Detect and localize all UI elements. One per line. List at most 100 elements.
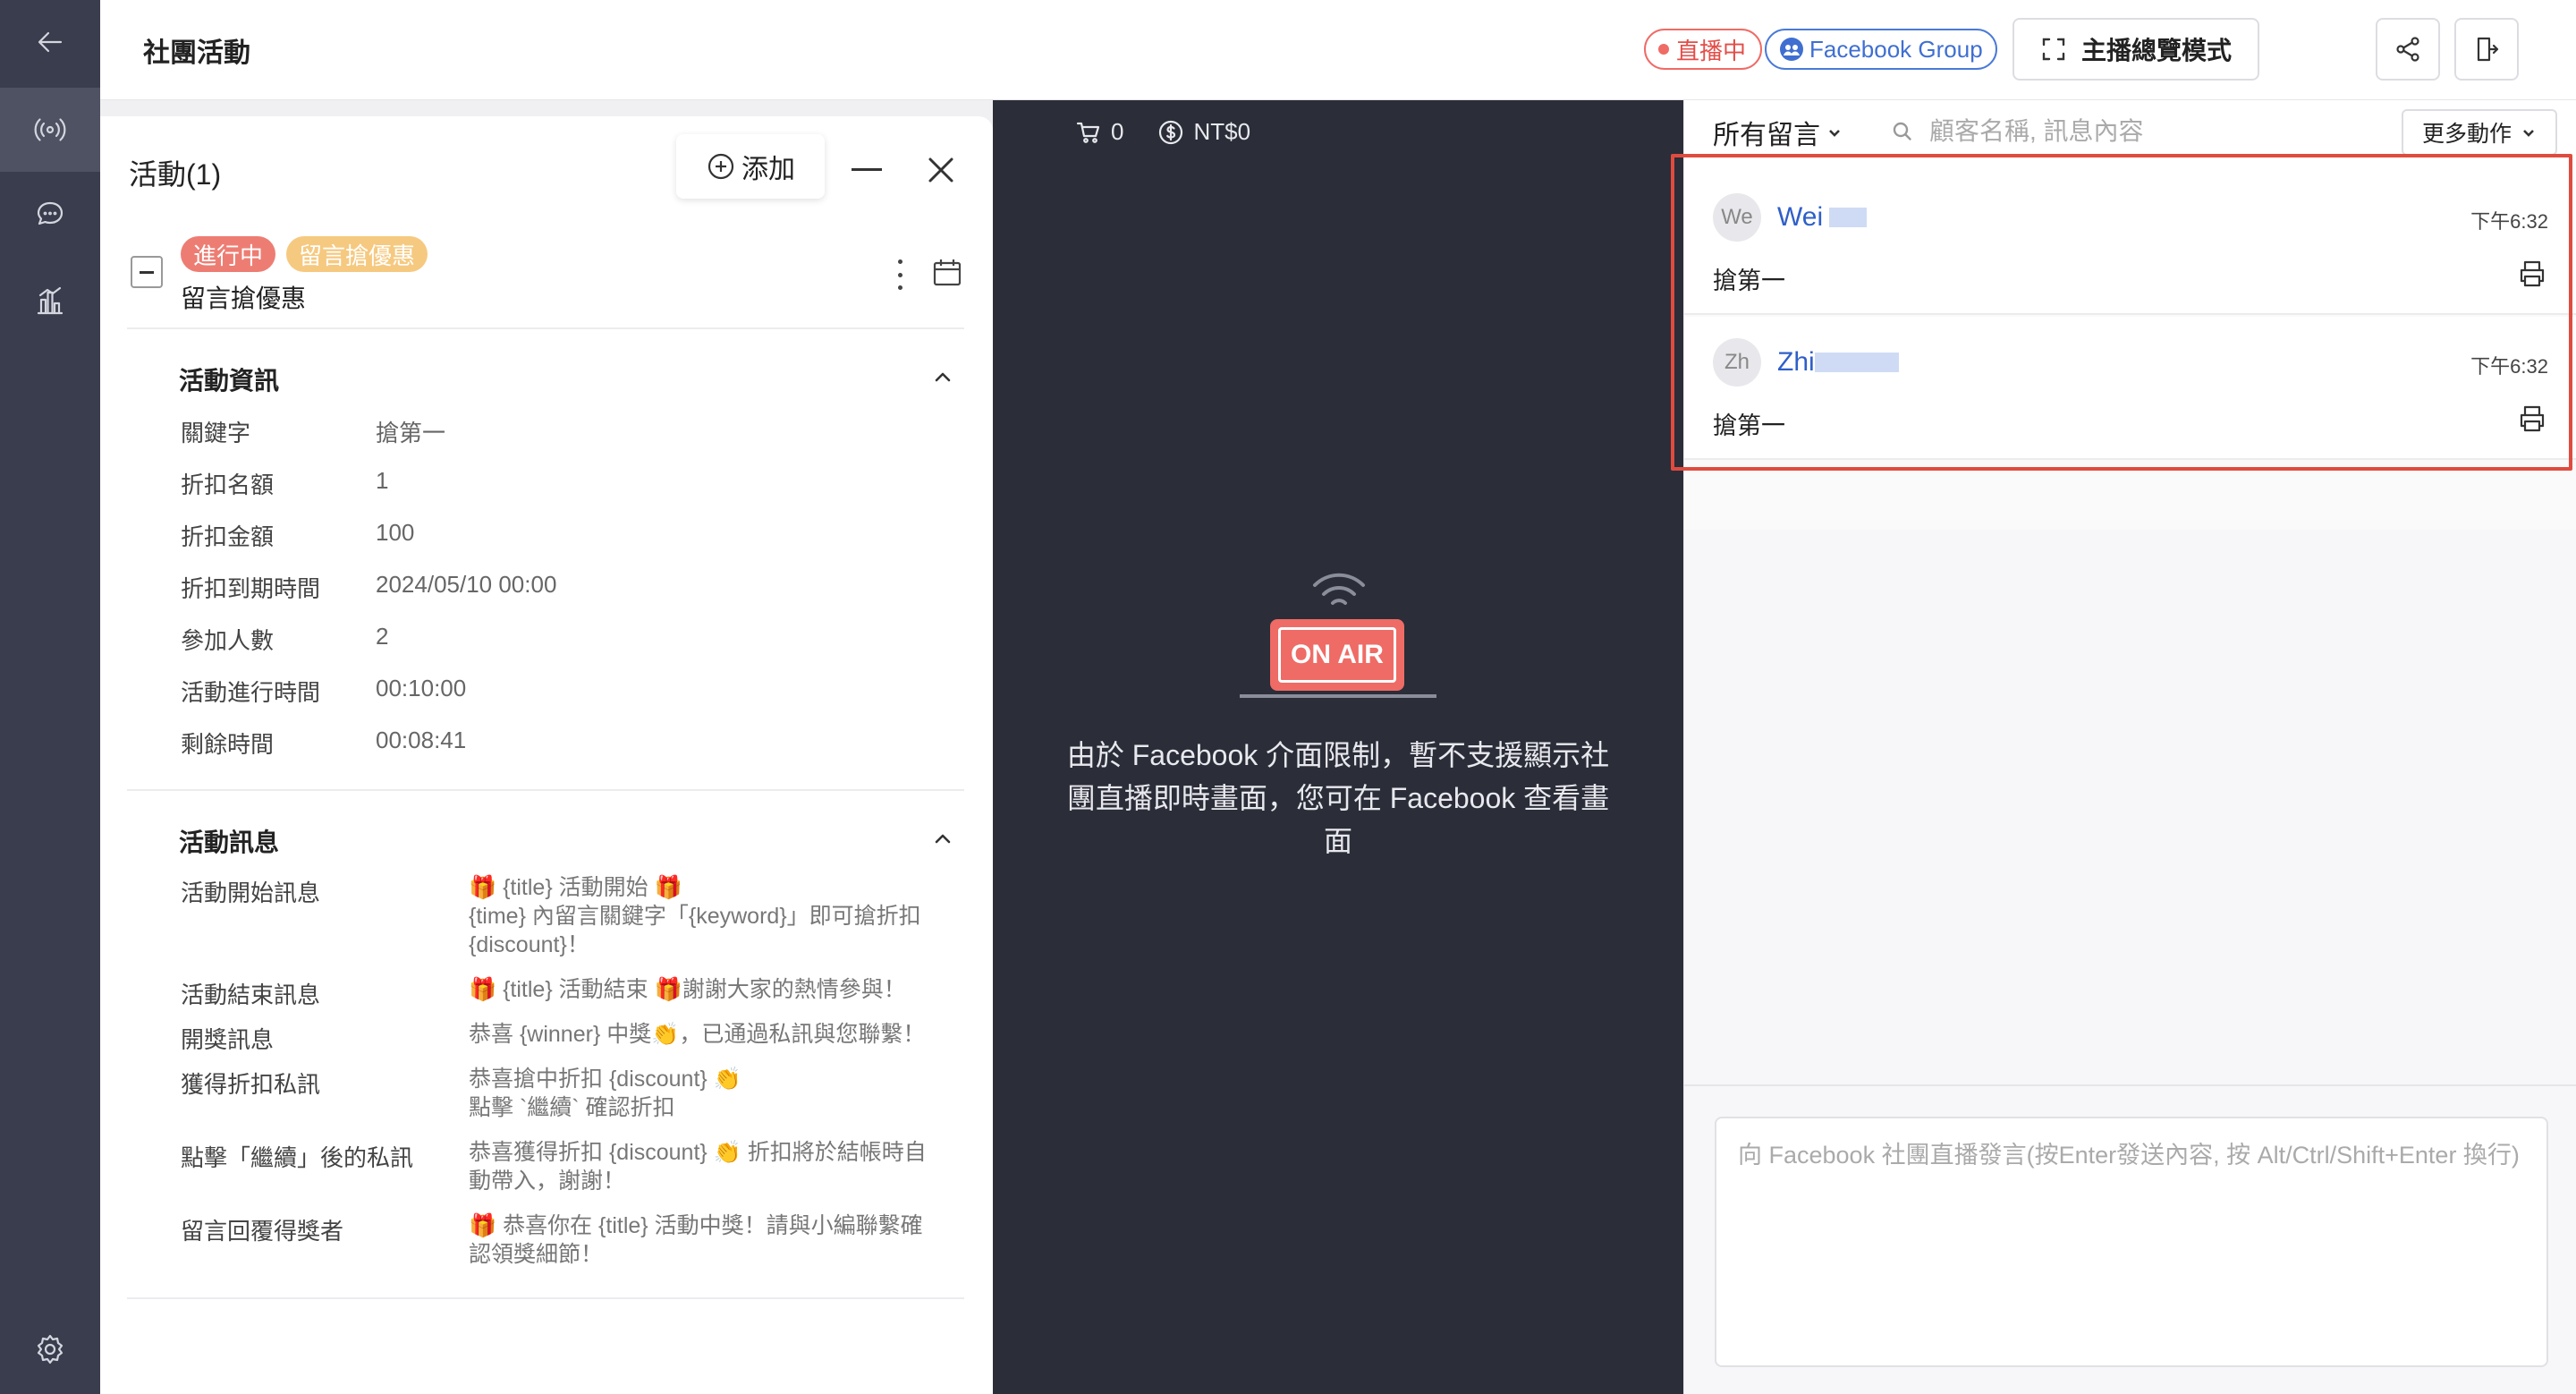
cart-summary: 0 NT$0	[1075, 118, 1250, 146]
page-title: 社團活動	[143, 38, 250, 68]
minus-icon	[140, 270, 154, 274]
nav-chat[interactable]	[0, 172, 100, 256]
avatar: Zh	[1713, 338, 1761, 387]
share-button[interactable]	[2376, 18, 2440, 81]
comment-filter-dropdown[interactable]: 所有留言	[1713, 113, 1843, 152]
comment-time: 下午6:32	[2470, 210, 2548, 233]
kebab-dot-icon	[897, 259, 902, 264]
live-status-badge: 直播中	[1644, 29, 1763, 70]
activity-panel-title: 活動(1)	[129, 158, 222, 191]
comments-toolbar: 所有留言 更多動作	[1684, 100, 2576, 157]
info-label: 折扣金額	[181, 523, 275, 550]
message-label: 點擊「繼續」後的私訊	[181, 1144, 414, 1171]
on-air-base	[1240, 694, 1436, 698]
info-label: 折扣到期時間	[181, 575, 321, 602]
exit-button[interactable]	[2454, 18, 2519, 81]
info-label: 關鍵字	[181, 420, 251, 446]
activity-message-title: 活動訊息	[179, 829, 280, 856]
comment-compose-input[interactable]	[1715, 1117, 2548, 1367]
activity-name: 留言搶優惠	[181, 285, 307, 312]
on-air-sign: ON AIR	[1270, 619, 1404, 691]
comment-item[interactable]: Zh Zhi 下午6:32 搶第一	[1684, 317, 2576, 460]
chevron-up-icon	[935, 834, 951, 844]
commenter-name[interactable]: Zhi	[1777, 347, 1815, 378]
left-nav-rail	[0, 0, 100, 1394]
comment-item[interactable]: We Wei 下午6:32 搶第一	[1684, 172, 2576, 315]
facebook-group-badge[interactable]: Facebook Group	[1765, 29, 1997, 70]
chevron-down-icon	[1829, 130, 1840, 137]
comments-panel: 所有留言 更多動作 We Wei 下午6:32 搶第一 Zh Zh	[1683, 100, 2576, 1394]
collapse-message-button[interactable]	[932, 829, 953, 850]
more-actions-dropdown[interactable]: 更多動作	[2402, 109, 2557, 156]
broadcast-icon	[34, 118, 66, 141]
collapse-info-button[interactable]	[932, 367, 953, 388]
live-preview-area: 0 NT$0 ON AIR 由於 Facebook 介面限制，暫不支援顯示社團直…	[993, 100, 1683, 1394]
add-activity-button[interactable]: 添加	[676, 134, 825, 199]
on-air-illustration: ON AIR	[1240, 573, 1436, 698]
info-value: 100	[376, 519, 415, 546]
comment-search	[1890, 116, 2303, 147]
message-value: 🎁 恭喜你在 {title} 活動中獎！請與小編聯繫確 認領獎細節！	[469, 1213, 923, 1267]
nav-live-broadcast[interactable]	[0, 88, 100, 172]
settings-button[interactable]	[0, 1305, 100, 1394]
activity-type-tag: 留言搶優惠	[286, 236, 428, 272]
activity-calendar-button[interactable]	[930, 255, 964, 289]
info-label: 剩餘時間	[181, 731, 275, 758]
info-label: 參加人數	[181, 627, 275, 654]
more-actions-label: 更多動作	[2421, 122, 2512, 147]
print-comment-button[interactable]	[2516, 403, 2548, 435]
activity-more-menu-button[interactable]	[891, 259, 909, 290]
comment-composer	[1684, 1084, 2576, 1394]
divider	[127, 1297, 964, 1299]
chevron-up-icon	[935, 372, 951, 382]
share-icon	[2396, 37, 2419, 62]
calendar-icon	[933, 259, 962, 286]
exit-door-icon	[2477, 37, 2499, 62]
chat-icon	[37, 201, 64, 225]
redacted-name-block	[1829, 208, 1867, 227]
live-dot-icon	[1658, 44, 1669, 55]
message-label: 開獎訊息	[181, 1026, 275, 1053]
comment-filter-label: 所有留言	[1713, 121, 1820, 150]
info-value: 2	[376, 623, 389, 650]
chevron-down-icon	[2523, 130, 2534, 137]
collapse-activity-toggle[interactable]	[131, 256, 163, 288]
settings-icon	[37, 1334, 64, 1364]
redacted-name-block	[1815, 353, 1899, 372]
dollar-icon	[1159, 120, 1183, 144]
back-arrow-icon	[38, 31, 63, 53]
nav-analytics[interactable]	[0, 259, 100, 344]
message-label: 留言回覆得獎者	[181, 1218, 344, 1245]
close-icon	[928, 157, 953, 183]
host-overview-mode-label: 主播總覽模式	[2080, 37, 2232, 64]
plus-circle-icon	[708, 153, 734, 180]
message-value: 恭喜獲得折扣 {discount} 👏 折扣將於結帳時自 動帶入，謝謝！	[469, 1140, 927, 1194]
info-label: 折扣名額	[181, 472, 275, 498]
cart-amount: NT$0	[1193, 118, 1251, 145]
message-value: 恭喜搶中折扣 {discount} 👏 點擊 `繼續` 確認折扣	[469, 1067, 741, 1120]
analytics-icon	[37, 286, 64, 315]
minimize-panel-button[interactable]	[852, 168, 882, 171]
printer-icon	[2520, 405, 2545, 432]
activity-panel: 活動(1) 添加 進行中 留言搶優惠 留言搶優惠 活動資訊 關鍵字 搶第一 折扣…	[100, 116, 993, 1394]
print-comment-button[interactable]	[2516, 258, 2548, 290]
on-air-label: ON AIR	[1278, 627, 1396, 683]
live-unavailable-notice: 由於 Facebook 介面限制，暫不支援顯示社團直播即時畫面，您可在 Face…	[1066, 739, 1610, 857]
comment-search-input[interactable]	[1928, 116, 2303, 147]
comment-list: We Wei 下午6:32 搶第一 Zh Zhi 下午6:32 搶第一	[1684, 172, 2576, 530]
comment-list-empty-area	[1684, 530, 2576, 1084]
signal-icon	[1313, 573, 1365, 605]
close-panel-button[interactable]	[923, 152, 959, 188]
back-button[interactable]	[0, 0, 100, 84]
message-label: 活動結束訊息	[181, 982, 321, 1008]
host-overview-mode-button[interactable]: 主播總覽模式	[2012, 18, 2259, 81]
commenter-name[interactable]: Wei	[1777, 202, 1823, 233]
message-value: 🎁 {title} 活動結束 🎁謝謝大家的熱情參與！	[469, 977, 906, 1002]
comment-time: 下午6:32	[2470, 355, 2548, 378]
kebab-dot-icon	[897, 285, 902, 290]
cart-count: 0	[1111, 118, 1124, 145]
message-label: 獲得折扣私訊	[181, 1071, 321, 1098]
message-value: 恭喜 {winner} 中獎👏，已通過私訊與您聯繫！	[469, 1022, 926, 1047]
info-value: 2024/05/10 00:00	[376, 571, 557, 598]
group-icon	[1780, 38, 1803, 61]
